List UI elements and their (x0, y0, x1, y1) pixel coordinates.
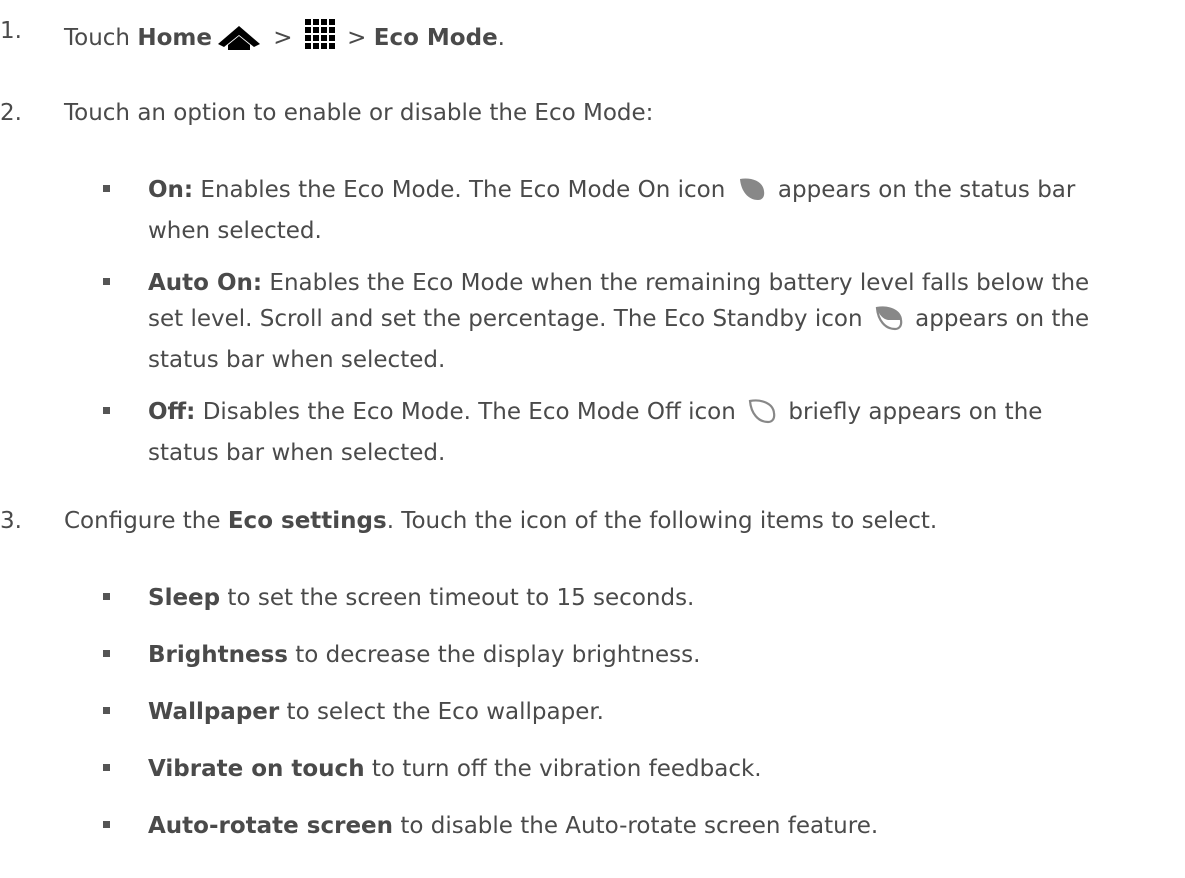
option-text: Off: Disables the Eco Mode. The Eco Mode… (148, 398, 1043, 466)
bullet-marker (103, 185, 110, 192)
home-icon (216, 24, 262, 56)
leaf-half-icon (874, 305, 904, 342)
bullet-marker (103, 593, 110, 600)
step-text: Configure the Eco settings. Touch the ic… (64, 508, 938, 534)
apps-grid-icon (304, 18, 336, 56)
bullet-marker (103, 764, 110, 771)
option-text: Auto On: Enables the Eco Mode when the r… (148, 270, 1090, 373)
leaf-outline-icon (747, 398, 777, 435)
step-number: 2. (0, 100, 22, 126)
bullet-marker (103, 278, 110, 285)
bullet-marker (103, 821, 110, 828)
bullet-marker (103, 407, 110, 414)
bullet-marker (103, 707, 110, 714)
step-text: Touch an option to enable or disable the… (64, 100, 654, 126)
instructions-page: 1. Touch Home > > Eco Mode. 2. Touch an … (0, 0, 1185, 878)
option-text: On: Enables the Eco Mode. The Eco Mode O… (148, 176, 1076, 244)
step-text: Touch Home > > Eco Mode. (64, 18, 505, 56)
step-number: 3. (0, 508, 22, 534)
leaf-filled-icon (737, 176, 767, 213)
bullet-marker (103, 650, 110, 657)
step-number: 1. (0, 18, 22, 44)
